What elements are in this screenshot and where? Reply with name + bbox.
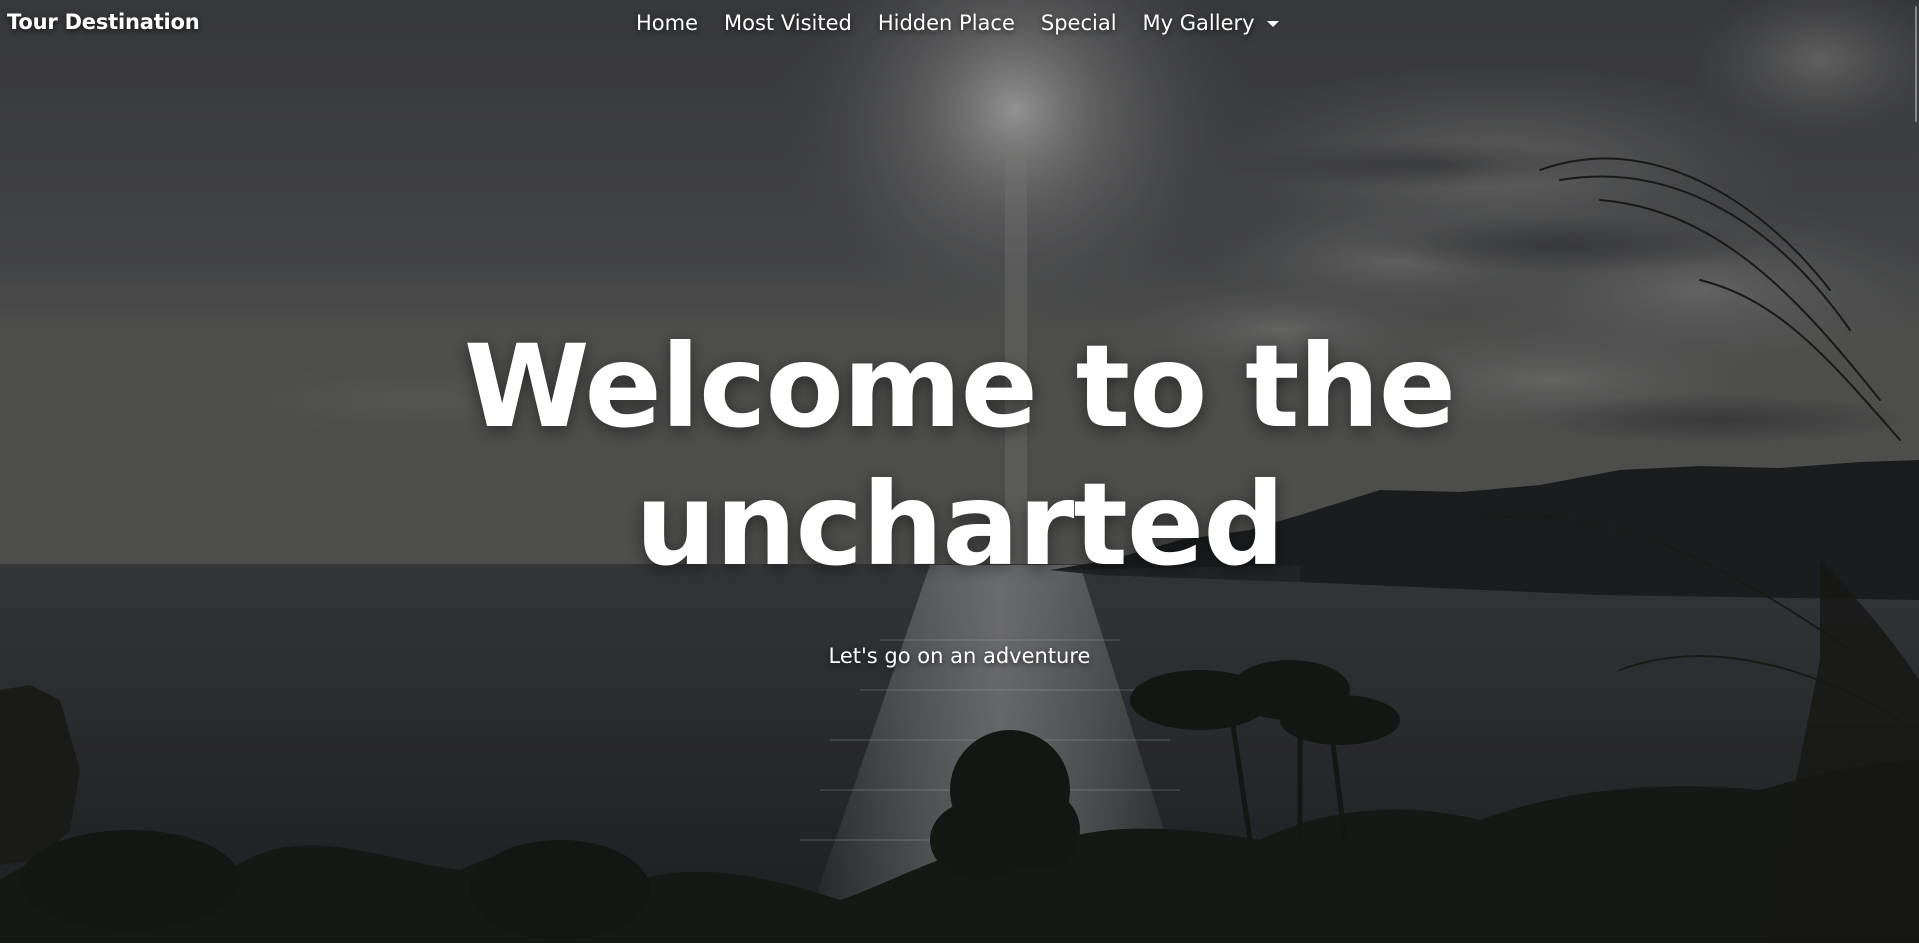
nav-link-hidden-place[interactable]: Hidden Place xyxy=(878,11,1015,35)
page: Tour Destination Home Most Visited Hidde… xyxy=(0,0,1919,944)
page-scrollbar[interactable] xyxy=(1913,0,1919,944)
brand-logo[interactable]: Tour Destination xyxy=(7,10,200,34)
nav-link-most-visited[interactable]: Most Visited xyxy=(724,11,852,35)
nav-link-home[interactable]: Home xyxy=(636,11,698,35)
hero-headline-line2: uncharted xyxy=(635,458,1285,591)
hero-section: Tour Destination Home Most Visited Hidde… xyxy=(0,0,1919,943)
hero-tagline: Let's go on an adventure xyxy=(828,644,1091,668)
scrollbar-thumb[interactable] xyxy=(1915,6,1917,122)
hero-text: Welcome to the uncharted Let's go on an … xyxy=(0,318,1919,668)
nav-dropdown-label: My Gallery xyxy=(1142,11,1255,35)
nav-links: Home Most Visited Hidden Place Special M… xyxy=(636,11,1279,35)
nav-dropdown-my-gallery[interactable]: My Gallery xyxy=(1143,11,1279,35)
caret-down-icon xyxy=(1266,21,1279,27)
hero-headline-line1: Welcome to the xyxy=(463,320,1456,453)
navbar: Tour Destination Home Most Visited Hidde… xyxy=(0,0,1919,50)
nav-link-special[interactable]: Special xyxy=(1041,11,1117,35)
